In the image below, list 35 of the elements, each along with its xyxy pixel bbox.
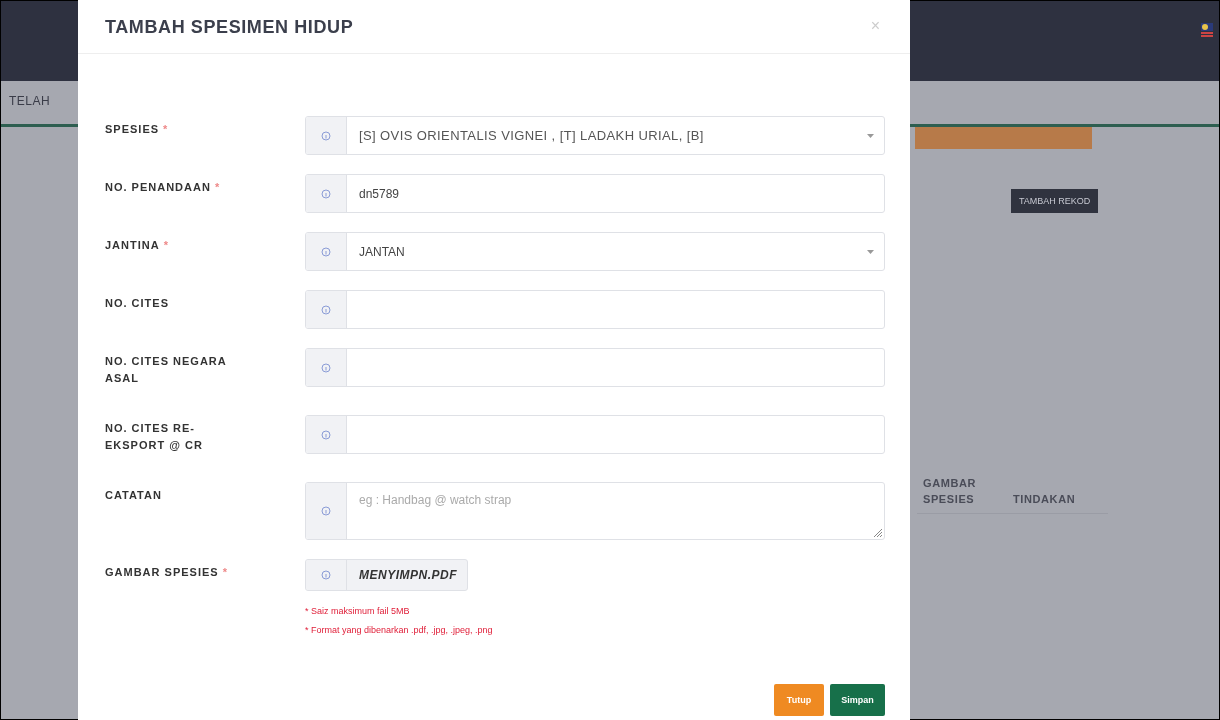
select-field[interactable]: JANTAN [305, 232, 885, 271]
save-button[interactable]: Simpan [830, 684, 885, 716]
field-label: CATATAN [105, 488, 163, 503]
input-field[interactable] [305, 415, 885, 454]
input-field[interactable] [305, 290, 885, 329]
caret-icon [867, 133, 874, 138]
flag-icon[interactable] [1201, 23, 1213, 39]
field-label: GAMBAR SPESIES * [105, 565, 229, 580]
hint-text: * Format yang dibenarkan .pdf, .jpg, .jpeg, .png [305, 624, 494, 637]
info-icon [321, 188, 331, 199]
info-icon [321, 570, 331, 580]
field-label: JANTINA * [105, 238, 170, 253]
info-icon [321, 506, 331, 516]
input-field[interactable] [305, 348, 885, 387]
field-label: NO. CITES RE-EKSPORT @ CR [105, 421, 204, 453]
input-field[interactable]: dn5789 [305, 174, 885, 213]
column-header: TINDAKAN [1013, 492, 1076, 507]
info-icon [321, 304, 331, 315]
field-label: NO. PENANDAAN * [105, 180, 222, 195]
info-icon [321, 130, 331, 141]
hint-text: * Saiz maksimum fail 5MB [305, 605, 411, 618]
add-record-button[interactable]: TAMBAH REKOD [1011, 189, 1099, 213]
info-icon [321, 429, 331, 440]
file-field[interactable]: MENYIMPN.PDF [305, 559, 468, 591]
resize-grip-icon[interactable] [874, 529, 882, 537]
field-label: NO. CITES NEGARA ASAL [105, 354, 228, 386]
info-icon [321, 246, 331, 257]
menu-tab[interactable]: TELAH [9, 94, 51, 108]
field-label: NO. CITES [105, 296, 170, 311]
dialog-title: TAMBAH SPESIMEN HIDUP [105, 17, 354, 38]
caret-icon [867, 249, 874, 254]
select-field[interactable]: [S] OVIS ORIENTALIS VIGNEI , [T] LADAKH URIAL, [B] [305, 116, 885, 155]
info-icon [321, 362, 331, 373]
field-label: SPESIES * [105, 122, 170, 137]
column-header: GAMBAR SPESIES [923, 476, 978, 507]
